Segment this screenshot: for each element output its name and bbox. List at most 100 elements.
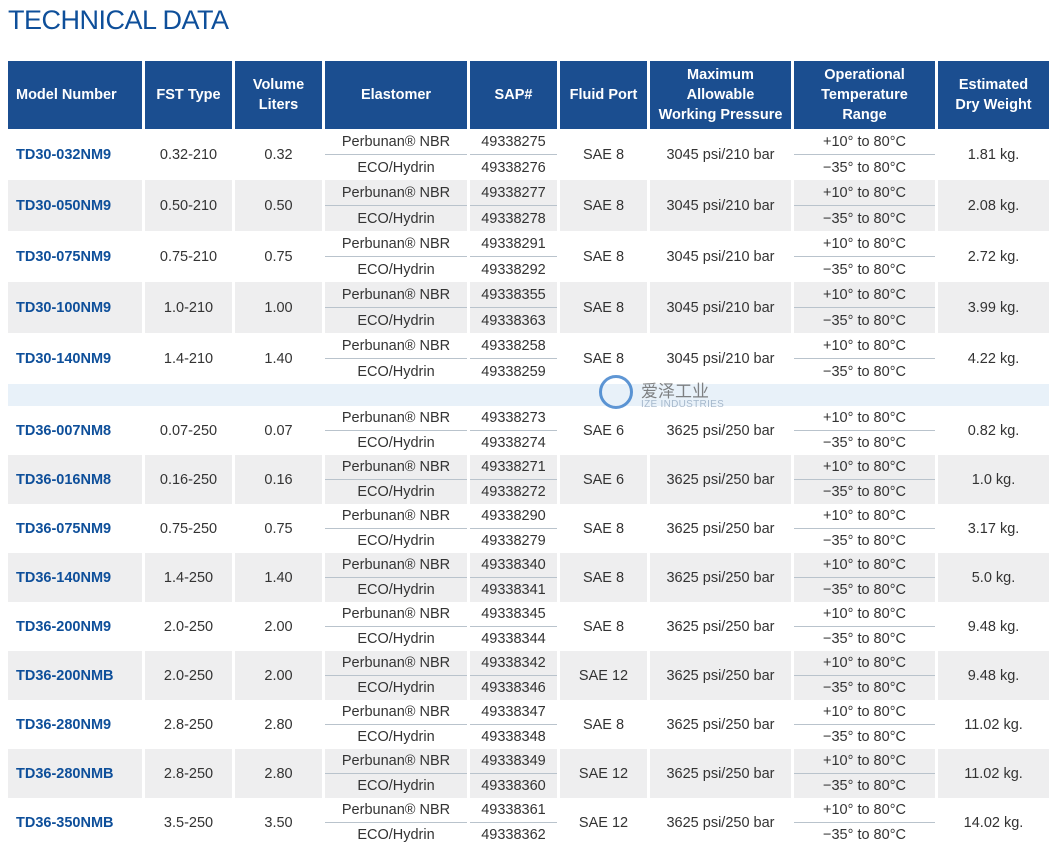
- header-fst-type: FST Type: [145, 61, 232, 129]
- header-volume: Volume Liters: [235, 61, 322, 129]
- elastomer-cell: ECO/Hydrin: [325, 206, 467, 231]
- sap-cell: 49338259: [470, 359, 557, 384]
- temperature-cell: −35° to 80°C: [794, 725, 935, 749]
- model-number-cell: TD30-100NM9: [8, 282, 142, 333]
- fst-type-cell: 0.75-250: [145, 504, 232, 553]
- temperature-cell: −35° to 80°C: [794, 206, 935, 231]
- table-row: TD36-280NMB 2.8-250 2.80 Perbunan® NBR 49338…: [8, 749, 1049, 798]
- table-row: TD36-350NMB 3.5-250 3.50 Perbunan® NBR 49338…: [8, 798, 1049, 847]
- elastomer-cell: Perbunan® NBR: [325, 553, 467, 578]
- model-number-cell: TD30-075NM9: [8, 231, 142, 282]
- fluid-port-cell: SAE 8: [560, 700, 647, 749]
- temperature-cell: −35° to 80°C: [794, 359, 935, 384]
- pressure-cell: 3625 psi/250 bar: [650, 749, 791, 798]
- table-row: TD36-016NM8 0.16-250 0.16 Perbunan® NBR 4933…: [8, 455, 1049, 504]
- table-row: TD30-140NM9 1.4-210 1.40 Perbunan® NBR 49338…: [8, 333, 1049, 384]
- watermark-logo: 爱泽工业 IZE INDUSTRIES: [599, 375, 759, 417]
- volume-cell: 0.32: [235, 129, 322, 180]
- ize-logo-icon: [599, 375, 633, 409]
- sap-cell: 49338347: [470, 700, 557, 725]
- sap-cell: 49338355: [470, 282, 557, 308]
- volume-cell: 3.50: [235, 798, 322, 847]
- group-separator: [8, 384, 1049, 406]
- fluid-port-cell: SAE 8: [560, 129, 647, 180]
- model-number-cell: TD36-280NM9: [8, 700, 142, 749]
- pressure-cell: 3045 psi/210 bar: [650, 129, 791, 180]
- table-row: TD36-200NM9 2.0-250 2.00 Perbunan® NBR 49338…: [8, 602, 1049, 651]
- sap-cell: 49338271: [470, 455, 557, 480]
- table-row: TD30-100NM9 1.0-210 1.00 Perbunan® NBR 49338…: [8, 282, 1049, 333]
- pressure-cell: 3625 psi/250 bar: [650, 798, 791, 847]
- fst-type-cell: 0.75-210: [145, 231, 232, 282]
- elastomer-cell: ECO/Hydrin: [325, 359, 467, 384]
- elastomer-cell: ECO/Hydrin: [325, 578, 467, 602]
- temperature-cell: +10° to 80°C: [794, 602, 935, 627]
- sap-cell: 49338273: [470, 406, 557, 431]
- sap-cell: 49338348: [470, 725, 557, 749]
- dry-weight-cell: 11.02 kg.: [938, 700, 1049, 749]
- temperature-cell: +10° to 80°C: [794, 700, 935, 725]
- elastomer-cell: ECO/Hydrin: [325, 308, 467, 333]
- pressure-cell: 3045 psi/210 bar: [650, 282, 791, 333]
- model-number-cell: TD30-032NM9: [8, 129, 142, 180]
- elastomer-cell: Perbunan® NBR: [325, 749, 467, 774]
- header-fluid-port: Fluid Port: [560, 61, 647, 129]
- dry-weight-cell: 9.48 kg.: [938, 651, 1049, 700]
- table-row: TD36-200NMB 2.0-250 2.00 Perbunan® NBR 49338…: [8, 651, 1049, 700]
- table-row: TD36-140NM9 1.4-250 1.40 Perbunan® NBR 49338…: [8, 553, 1049, 602]
- temperature-cell: −35° to 80°C: [794, 774, 935, 798]
- temperature-cell: −35° to 80°C: [794, 529, 935, 553]
- fst-type-cell: 0.32-210: [145, 129, 232, 180]
- dry-weight-cell: 5.0 kg.: [938, 553, 1049, 602]
- header-working-pressure: Maximum Allowable Working Pressure: [650, 61, 791, 129]
- pressure-cell: 3625 psi/250 bar: [650, 602, 791, 651]
- model-number-cell: TD36-280NMB: [8, 749, 142, 798]
- elastomer-cell: Perbunan® NBR: [325, 455, 467, 480]
- sap-cell: 49338278: [470, 206, 557, 231]
- dry-weight-cell: 14.02 kg.: [938, 798, 1049, 847]
- model-number-cell: TD36-350NMB: [8, 798, 142, 847]
- elastomer-cell: Perbunan® NBR: [325, 333, 467, 359]
- table-row: TD30-075NM9 0.75-210 0.75 Perbunan® NBR 4933…: [8, 231, 1049, 282]
- elastomer-cell: ECO/Hydrin: [325, 257, 467, 282]
- temperature-cell: +10° to 80°C: [794, 282, 935, 308]
- dry-weight-cell: 4.22 kg.: [938, 333, 1049, 384]
- volume-cell: 1.40: [235, 553, 322, 602]
- dry-weight-cell: 1.81 kg.: [938, 129, 1049, 180]
- table-row: TD36-075NM9 0.75-250 0.75 Perbunan® NBR 4933…: [8, 504, 1049, 553]
- sap-cell: 49338342: [470, 651, 557, 676]
- fst-type-cell: 0.16-250: [145, 455, 232, 504]
- volume-cell: 2.80: [235, 700, 322, 749]
- temperature-cell: +10° to 80°C: [794, 651, 935, 676]
- technical-data-table: Model Number FST Type Volume Liters Elast…: [5, 61, 1052, 847]
- sap-cell: 49338276: [470, 155, 557, 180]
- volume-cell: 2.80: [235, 749, 322, 798]
- fluid-port-cell: SAE 8: [560, 553, 647, 602]
- elastomer-cell: ECO/Hydrin: [325, 725, 467, 749]
- pressure-cell: 3625 psi/250 bar: [650, 455, 791, 504]
- volume-cell: 0.75: [235, 504, 322, 553]
- fluid-port-cell: SAE 12: [560, 651, 647, 700]
- header-model-number: Model Number: [8, 61, 142, 129]
- sap-cell: 49338275: [470, 129, 557, 155]
- elastomer-cell: ECO/Hydrin: [325, 774, 467, 798]
- elastomer-cell: ECO/Hydrin: [325, 431, 467, 455]
- pressure-cell: 3045 psi/210 bar: [650, 231, 791, 282]
- sap-cell: 49338279: [470, 529, 557, 553]
- header-temperature-range: Operational Temperature Range: [794, 61, 935, 129]
- elastomer-cell: ECO/Hydrin: [325, 676, 467, 700]
- fluid-port-cell: SAE 8: [560, 504, 647, 553]
- fluid-port-cell: SAE 6: [560, 455, 647, 504]
- pressure-cell: 3625 psi/250 bar: [650, 651, 791, 700]
- temperature-cell: +10° to 80°C: [794, 455, 935, 480]
- sap-cell: 49338345: [470, 602, 557, 627]
- elastomer-cell: Perbunan® NBR: [325, 504, 467, 529]
- fst-type-cell: 1.4-250: [145, 553, 232, 602]
- temperature-cell: −35° to 80°C: [794, 676, 935, 700]
- dry-weight-cell: 3.99 kg.: [938, 282, 1049, 333]
- temperature-cell: −35° to 80°C: [794, 308, 935, 333]
- model-number-cell: TD36-200NMB: [8, 651, 142, 700]
- fst-type-cell: 3.5-250: [145, 798, 232, 847]
- sap-cell: 49338360: [470, 774, 557, 798]
- table-row: TD36-280NM9 2.8-250 2.80 Perbunan® NBR 49338…: [8, 700, 1049, 749]
